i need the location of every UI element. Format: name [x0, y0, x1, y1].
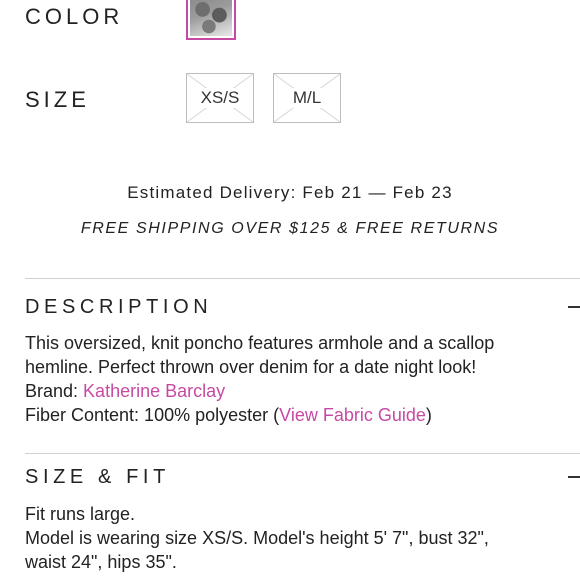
fabric-guide-link[interactable]: View Fabric Guide	[279, 405, 426, 425]
size-fit-title: SIZE & FIT	[25, 466, 170, 488]
description-collapse-toggle[interactable]	[568, 306, 580, 308]
shipping-returns-banner: FREE SHIPPING OVER $125 & FREE RETURNS	[80, 220, 500, 237]
fiber-prefix: Fiber Content: 100% polyester (	[25, 405, 280, 425]
size-fit-body: Fit runs large. Model is wearing size XS…	[25, 502, 570, 574]
size-option-label: XS/S	[198, 88, 242, 108]
fit-line: waist 24", hips 35".	[25, 552, 177, 572]
description-body: This oversized, knit poncho features arm…	[25, 331, 570, 427]
color-swatch-image	[190, 0, 232, 36]
fiber-content-line: Fiber Content: 100% polyester (View Fabr…	[25, 403, 570, 427]
size-option-label: M/L	[290, 88, 324, 108]
size-fit-collapse-toggle[interactable]	[568, 476, 580, 478]
color-swatch-selected[interactable]	[186, 0, 236, 40]
size-label: SIZE	[25, 87, 90, 112]
color-label: COLOR	[25, 4, 124, 29]
fit-line: Model is wearing size XS/S. Model's heig…	[25, 528, 489, 548]
fiber-suffix: )	[425, 405, 432, 425]
section-divider	[25, 453, 580, 454]
estimated-delivery: Estimated Delivery: Feb 21 — Feb 23	[127, 183, 453, 202]
description-line: This oversized, knit poncho features arm…	[25, 333, 495, 353]
brand-link[interactable]: Katherine Barclay	[83, 381, 225, 401]
brand-prefix: Brand:	[25, 381, 84, 401]
brand-line: Brand: Katherine Barclay	[25, 379, 570, 403]
fit-line: Fit runs large.	[25, 504, 136, 524]
section-divider	[25, 278, 580, 279]
size-option-m-l[interactable]: M/L	[273, 73, 341, 123]
size-option-xs-s[interactable]: XS/S	[186, 73, 254, 123]
description-title: DESCRIPTION	[25, 296, 213, 318]
description-line: hemline. Perfect thrown over denim for a…	[25, 357, 477, 377]
